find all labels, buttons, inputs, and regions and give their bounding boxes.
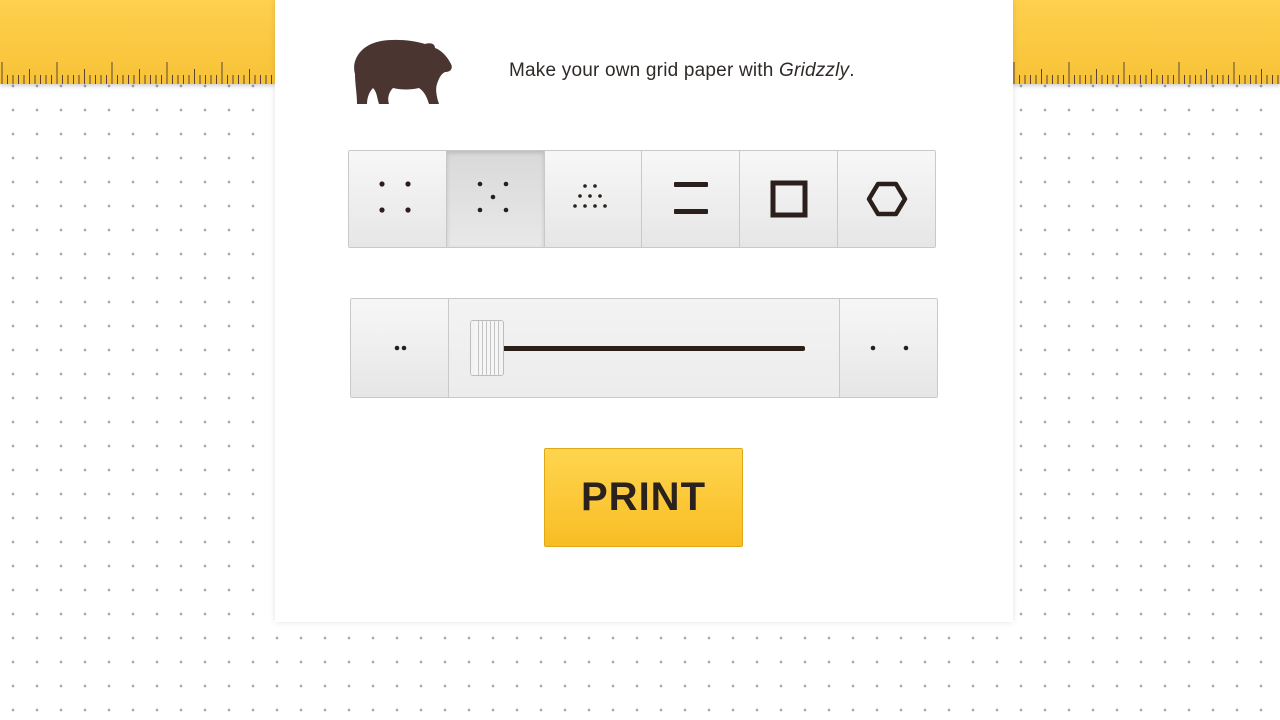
settings-panel: Make your own grid paper with Gridzzly. [275, 0, 1013, 622]
slider-thumb[interactable] [470, 320, 504, 376]
pattern-dots-x-button[interactable] [446, 151, 545, 247]
pattern-selector [348, 150, 936, 248]
dots-x-icon [477, 181, 509, 213]
print-button[interactable]: PRINT [544, 448, 743, 547]
spacing-control [350, 298, 938, 398]
pattern-lines-button[interactable] [642, 151, 741, 247]
dots-wide-icon [870, 345, 908, 351]
lines-icon [673, 182, 708, 214]
tagline-suffix: . [849, 60, 855, 81]
square-icon [770, 180, 808, 218]
pattern-dense-dots-button[interactable] [544, 151, 643, 247]
dots-narrow-icon [394, 345, 406, 351]
pattern-squares-button[interactable] [740, 151, 839, 247]
spacing-slider[interactable] [449, 299, 839, 397]
tagline: Make your own grid paper with Gridzzly. [509, 60, 855, 82]
brand-name: Gridzzly [779, 60, 850, 81]
ruler-left [0, 0, 276, 84]
increase-spacing-button[interactable] [839, 299, 937, 397]
pattern-large-dots-button[interactable] [349, 151, 447, 247]
pattern-hexagons-button[interactable] [838, 151, 935, 247]
hexagon-icon [866, 181, 907, 217]
ruler-right [1012, 0, 1280, 84]
ruler-ticks [1013, 62, 1279, 84]
dots-large-icon [379, 181, 412, 213]
tagline-prefix: Make your own grid paper with [509, 60, 780, 81]
bear-icon [354, 39, 452, 105]
slider-track [489, 346, 805, 351]
dots-dense-icon [573, 184, 607, 208]
decrease-spacing-button[interactable] [351, 299, 449, 397]
ruler-ticks [1, 62, 272, 84]
